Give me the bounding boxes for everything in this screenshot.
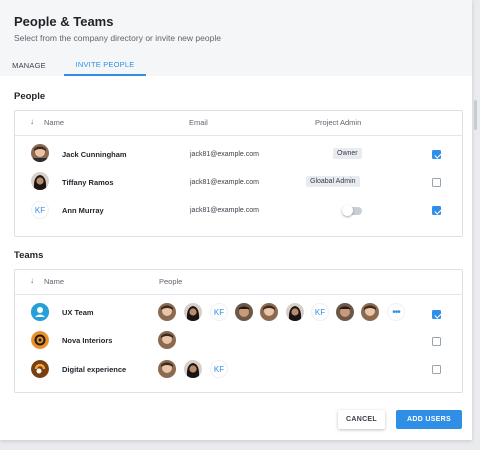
header-divider (15, 135, 462, 136)
member-avatar (336, 303, 354, 321)
toggle-knob (342, 205, 353, 216)
team-logo-icon (31, 331, 49, 349)
add-users-button[interactable]: ADD USERS (396, 410, 462, 429)
member-avatar-initials: KF (311, 303, 329, 321)
people-teams-dialog: People & Teams Select from the company d… (0, 0, 472, 440)
project-admin-toggle[interactable] (342, 205, 362, 216)
sort-arrow-icon[interactable]: ↓ (30, 276, 34, 285)
people-table: ↓ Name Email Project Admin Jack Cunningh… (14, 110, 463, 237)
member-avatar (158, 303, 176, 321)
sort-arrow-icon[interactable]: ↓ (30, 117, 34, 126)
member-avatar (158, 331, 176, 349)
member-avatar (260, 303, 278, 321)
member-avatar (286, 303, 304, 321)
avatar (31, 172, 49, 190)
member-avatar (361, 303, 379, 321)
person-email: jack81@example.com (190, 151, 259, 158)
team-checkbox[interactable] (432, 310, 441, 319)
team-name: Digital experience (62, 365, 127, 374)
avatar (31, 144, 49, 162)
header-divider (15, 294, 462, 295)
role-badge: Owner (333, 148, 362, 159)
member-avatar (235, 303, 253, 321)
team-checkbox[interactable] (432, 365, 441, 374)
people-section-label: People (14, 91, 46, 102)
cancel-button[interactable]: CANCEL (338, 410, 385, 429)
column-header-name[interactable]: Name (44, 277, 64, 286)
dialog-title: People & Teams (14, 14, 114, 29)
teams-table: ↓ Name People UX Team KF KF ••• Nova Int… (14, 269, 463, 393)
team-name: Nova Interiors (62, 336, 113, 345)
team-name: UX Team (62, 308, 94, 317)
person-name: Ann Murray (62, 206, 104, 215)
person-checkbox[interactable] (432, 178, 441, 187)
tab-bar: MANAGE INVITE PEOPLE (0, 55, 472, 76)
person-name: Tiffany Ramos (62, 178, 114, 187)
member-avatar (184, 360, 202, 378)
team-logo-icon (31, 360, 49, 378)
team-logo-icon (31, 303, 49, 321)
column-header-people[interactable]: People (159, 277, 182, 286)
person-checkbox[interactable] (432, 206, 441, 215)
more-members-icon[interactable]: ••• (387, 303, 405, 321)
member-avatar-initials: KF (210, 360, 228, 378)
person-name: Jack Cunningham (62, 150, 127, 159)
member-avatar-initials: KF (210, 303, 228, 321)
member-avatar (158, 360, 176, 378)
column-header-project-admin[interactable]: Project Admin (315, 118, 361, 127)
avatar-initials: KF (31, 201, 49, 219)
member-avatar (184, 303, 202, 321)
person-email: jack81@example.com (190, 179, 259, 186)
team-checkbox[interactable] (432, 337, 441, 346)
column-header-name[interactable]: Name (44, 118, 64, 127)
person-checkbox[interactable] (432, 150, 441, 159)
scrollbar[interactable] (474, 100, 477, 130)
dialog-header: People & Teams Select from the company d… (0, 0, 472, 76)
dialog-subtitle: Select from the company directory or inv… (14, 33, 221, 43)
tab-manage[interactable]: MANAGE (8, 55, 50, 76)
person-email: jack81@example.com (190, 207, 259, 214)
tab-invite-people[interactable]: INVITE PEOPLE (64, 55, 146, 76)
column-header-email[interactable]: Email (189, 118, 208, 127)
teams-section-label: Teams (14, 250, 44, 261)
role-badge: Gloabal Admin (306, 176, 360, 187)
